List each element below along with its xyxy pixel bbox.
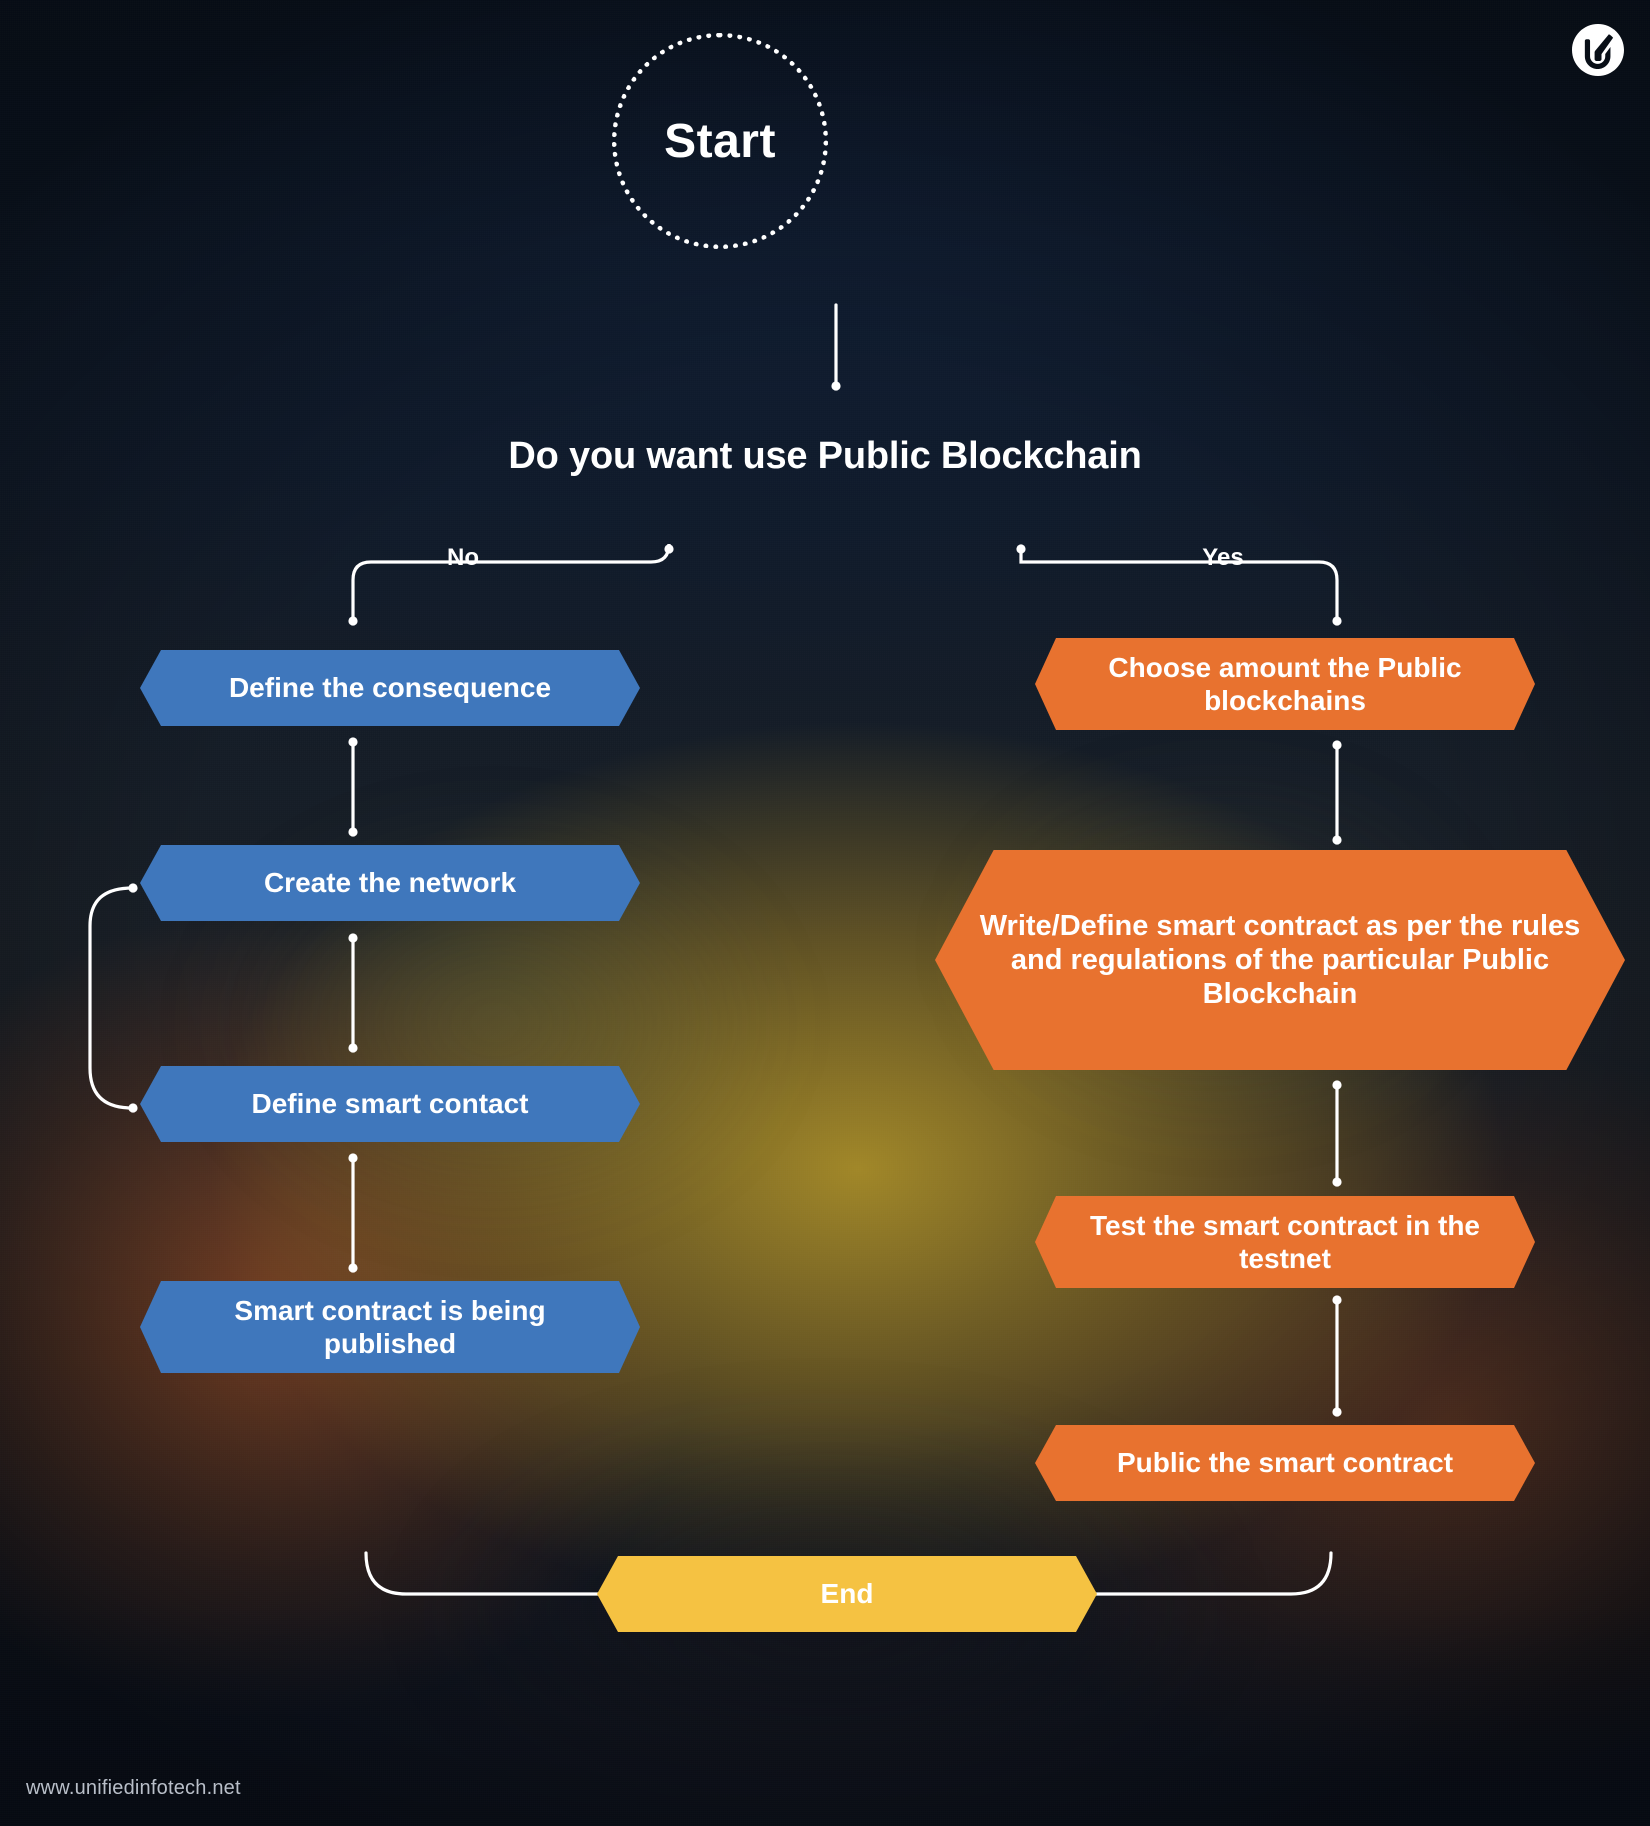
node-smart-contract-is-being-published[interactable]: Smart contract is being published: [140, 1281, 640, 1373]
node-label: End: [820, 1578, 874, 1610]
node-test-the-smart-contract-in-the-testnet[interactable]: Test the smart contract in the testnet: [1035, 1196, 1535, 1288]
node-label: Define the consequence: [228, 672, 552, 704]
node-label: Define smart contact: [251, 1088, 529, 1120]
node-end[interactable]: End: [597, 1556, 1097, 1632]
wire-dot: [831, 381, 841, 391]
node-create-the-network[interactable]: Create the network: [140, 845, 640, 921]
node-define-the-consequence[interactable]: Define the consequence: [140, 650, 640, 726]
node-label: Choose amount the Public blockchains: [1108, 651, 1462, 716]
node-label: Smart contract is being published: [234, 1294, 546, 1359]
wire-network-feedback-loop: [88, 886, 134, 1110]
node-label: Write/Define smart contract as per the r…: [979, 909, 1581, 1011]
wire-left-to-end: [364, 1551, 602, 1596]
wire-right-to-end: [1092, 1551, 1333, 1596]
branch-label-no: No: [447, 544, 479, 571]
infographic-canvas: Start Do you want use Public Blockchain: [0, 0, 1650, 1826]
node-define-smart-contact[interactable]: Define smart contact: [140, 1066, 640, 1142]
node-label: Create the network: [263, 867, 517, 899]
branch-label-yes: Yes: [1202, 544, 1243, 571]
node-public-the-smart-contract[interactable]: Public the smart contract: [1035, 1425, 1535, 1501]
node-label: Test the smart contract in the testnet: [1089, 1209, 1480, 1274]
node-write-define-smart-contract[interactable]: Write/Define smart contract as per the r…: [935, 850, 1625, 1070]
node-choose-amount-the-public-blockchains[interactable]: Choose amount the Public blockchains: [1035, 638, 1535, 730]
wire-branch-no: [351, 543, 671, 622]
wire-branch-yes: [1019, 544, 1339, 622]
node-label: Public the smart contract: [1116, 1447, 1454, 1479]
footer-website-url[interactable]: www.unifiedinfotech.net: [26, 1777, 241, 1800]
